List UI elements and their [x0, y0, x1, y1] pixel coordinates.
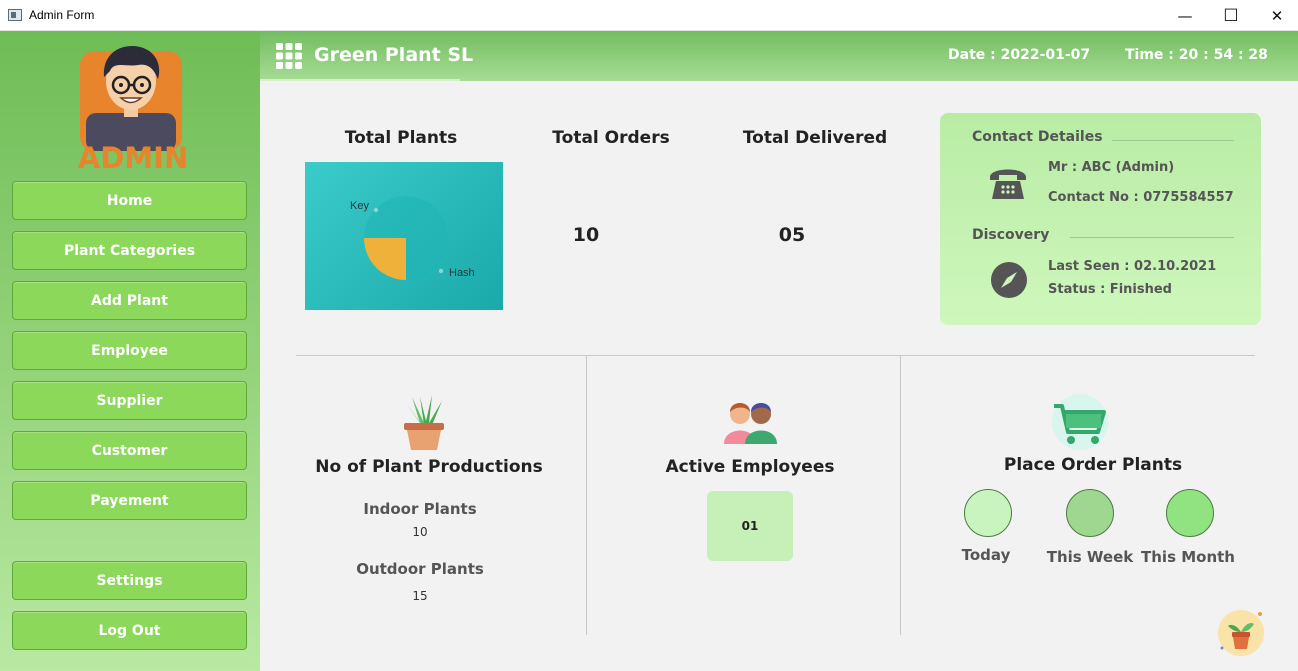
discovery-heading-rule [1070, 237, 1234, 238]
discovery-heading: Discovery [972, 227, 1050, 243]
window-titlebar: Admin Form — ☐ ✕ [0, 0, 1298, 31]
contact-details-panel: Contact Detailes Mr : ABC (Admin) Contac… [940, 113, 1261, 325]
nav-logout-button[interactable]: Log Out [12, 611, 247, 650]
nav-home-button[interactable]: Home [12, 181, 247, 220]
contact-name: Mr : ABC (Admin) [1048, 160, 1175, 175]
indoor-plants-label: Indoor Plants [363, 500, 477, 518]
contact-details-heading: Contact Detailes [972, 129, 1103, 145]
telephone-icon [990, 169, 1026, 199]
nav-plant-categories-button[interactable]: Plant Categories [12, 231, 247, 270]
outdoor-plants-value: 15 [412, 589, 428, 603]
header-underline [260, 79, 460, 81]
total-delivered-value: 05 [778, 224, 806, 246]
apps-grid-icon [276, 43, 302, 69]
place-order-title: Place Order Plants [1003, 455, 1183, 475]
column-divider-2 [900, 356, 901, 635]
nav-customer-button[interactable]: Customer [12, 431, 247, 470]
plant-badge-icon [1218, 610, 1264, 656]
total-plants-title: Total Plants [344, 128, 458, 148]
pie-slice-hash [364, 238, 406, 280]
app-window-icon [8, 9, 22, 21]
plants-pie-chart: Key Hash [305, 162, 503, 310]
outdoor-plants-label: Outdoor Plants [356, 560, 484, 578]
active-employees-count: 01 [707, 491, 793, 561]
pie-label-dot-hash [438, 268, 444, 274]
pie-label-hash: Hash [449, 267, 475, 279]
total-delivered-title: Total Delivered [742, 128, 888, 148]
compass-icon [991, 262, 1027, 298]
admin-logo-text: ADMIN [77, 141, 189, 175]
last-seen-text: Last Seen : 02.10.2021 [1048, 259, 1217, 274]
nav-settings-button[interactable]: Settings [12, 561, 247, 600]
indoor-plants-value: 10 [412, 525, 428, 539]
status-text: Status : Finished [1048, 282, 1172, 297]
today-orders-circle[interactable] [964, 489, 1012, 537]
potted-plant-icon [404, 395, 444, 450]
column-divider-1 [586, 356, 587, 635]
time-display: Time : 20 : 54 : 28 [1125, 47, 1268, 63]
minimize-button[interactable]: — [1162, 0, 1208, 31]
plant-productions-title: No of Plant Productions [315, 457, 543, 477]
section-divider [296, 355, 1255, 356]
maximize-button[interactable]: ☐ [1208, 0, 1254, 31]
week-orders-circle[interactable] [1066, 489, 1114, 537]
active-employees-title: Active Employees [665, 457, 835, 477]
total-orders-value: 10 [572, 224, 600, 246]
pie-chart-svg: Key Hash [350, 196, 475, 280]
this-month-label: This Month [1141, 548, 1235, 566]
pie-label-key: Key [350, 200, 369, 212]
contact-heading-rule [1112, 140, 1234, 141]
contact-phone: Contact No : 0775584557 [1048, 190, 1234, 205]
month-orders-circle[interactable] [1166, 489, 1214, 537]
nav-supplier-button[interactable]: Supplier [12, 381, 247, 420]
employees-icon [724, 403, 777, 444]
nav-employee-button[interactable]: Employee [12, 331, 247, 370]
nav-payement-button[interactable]: Payement [12, 481, 247, 520]
close-button[interactable]: ✕ [1254, 0, 1298, 31]
this-week-label: This Week [1046, 548, 1134, 566]
nav-add-plant-button[interactable]: Add Plant [12, 281, 247, 320]
top-header: Green Plant SL Date : 2022-01-07 Time : … [260, 31, 1298, 81]
date-display: Date : 2022-01-07 [948, 47, 1091, 63]
sidebar: ADMIN Home Plant Categories Add Plant Em… [0, 31, 260, 671]
today-label: Today [961, 546, 1011, 564]
window-title: Admin Form [29, 8, 95, 22]
total-orders-title: Total Orders [552, 128, 670, 148]
pie-label-dot-key [373, 207, 379, 213]
brand-title: Green Plant SL [314, 44, 474, 66]
shopping-cart-icon [1052, 394, 1108, 450]
